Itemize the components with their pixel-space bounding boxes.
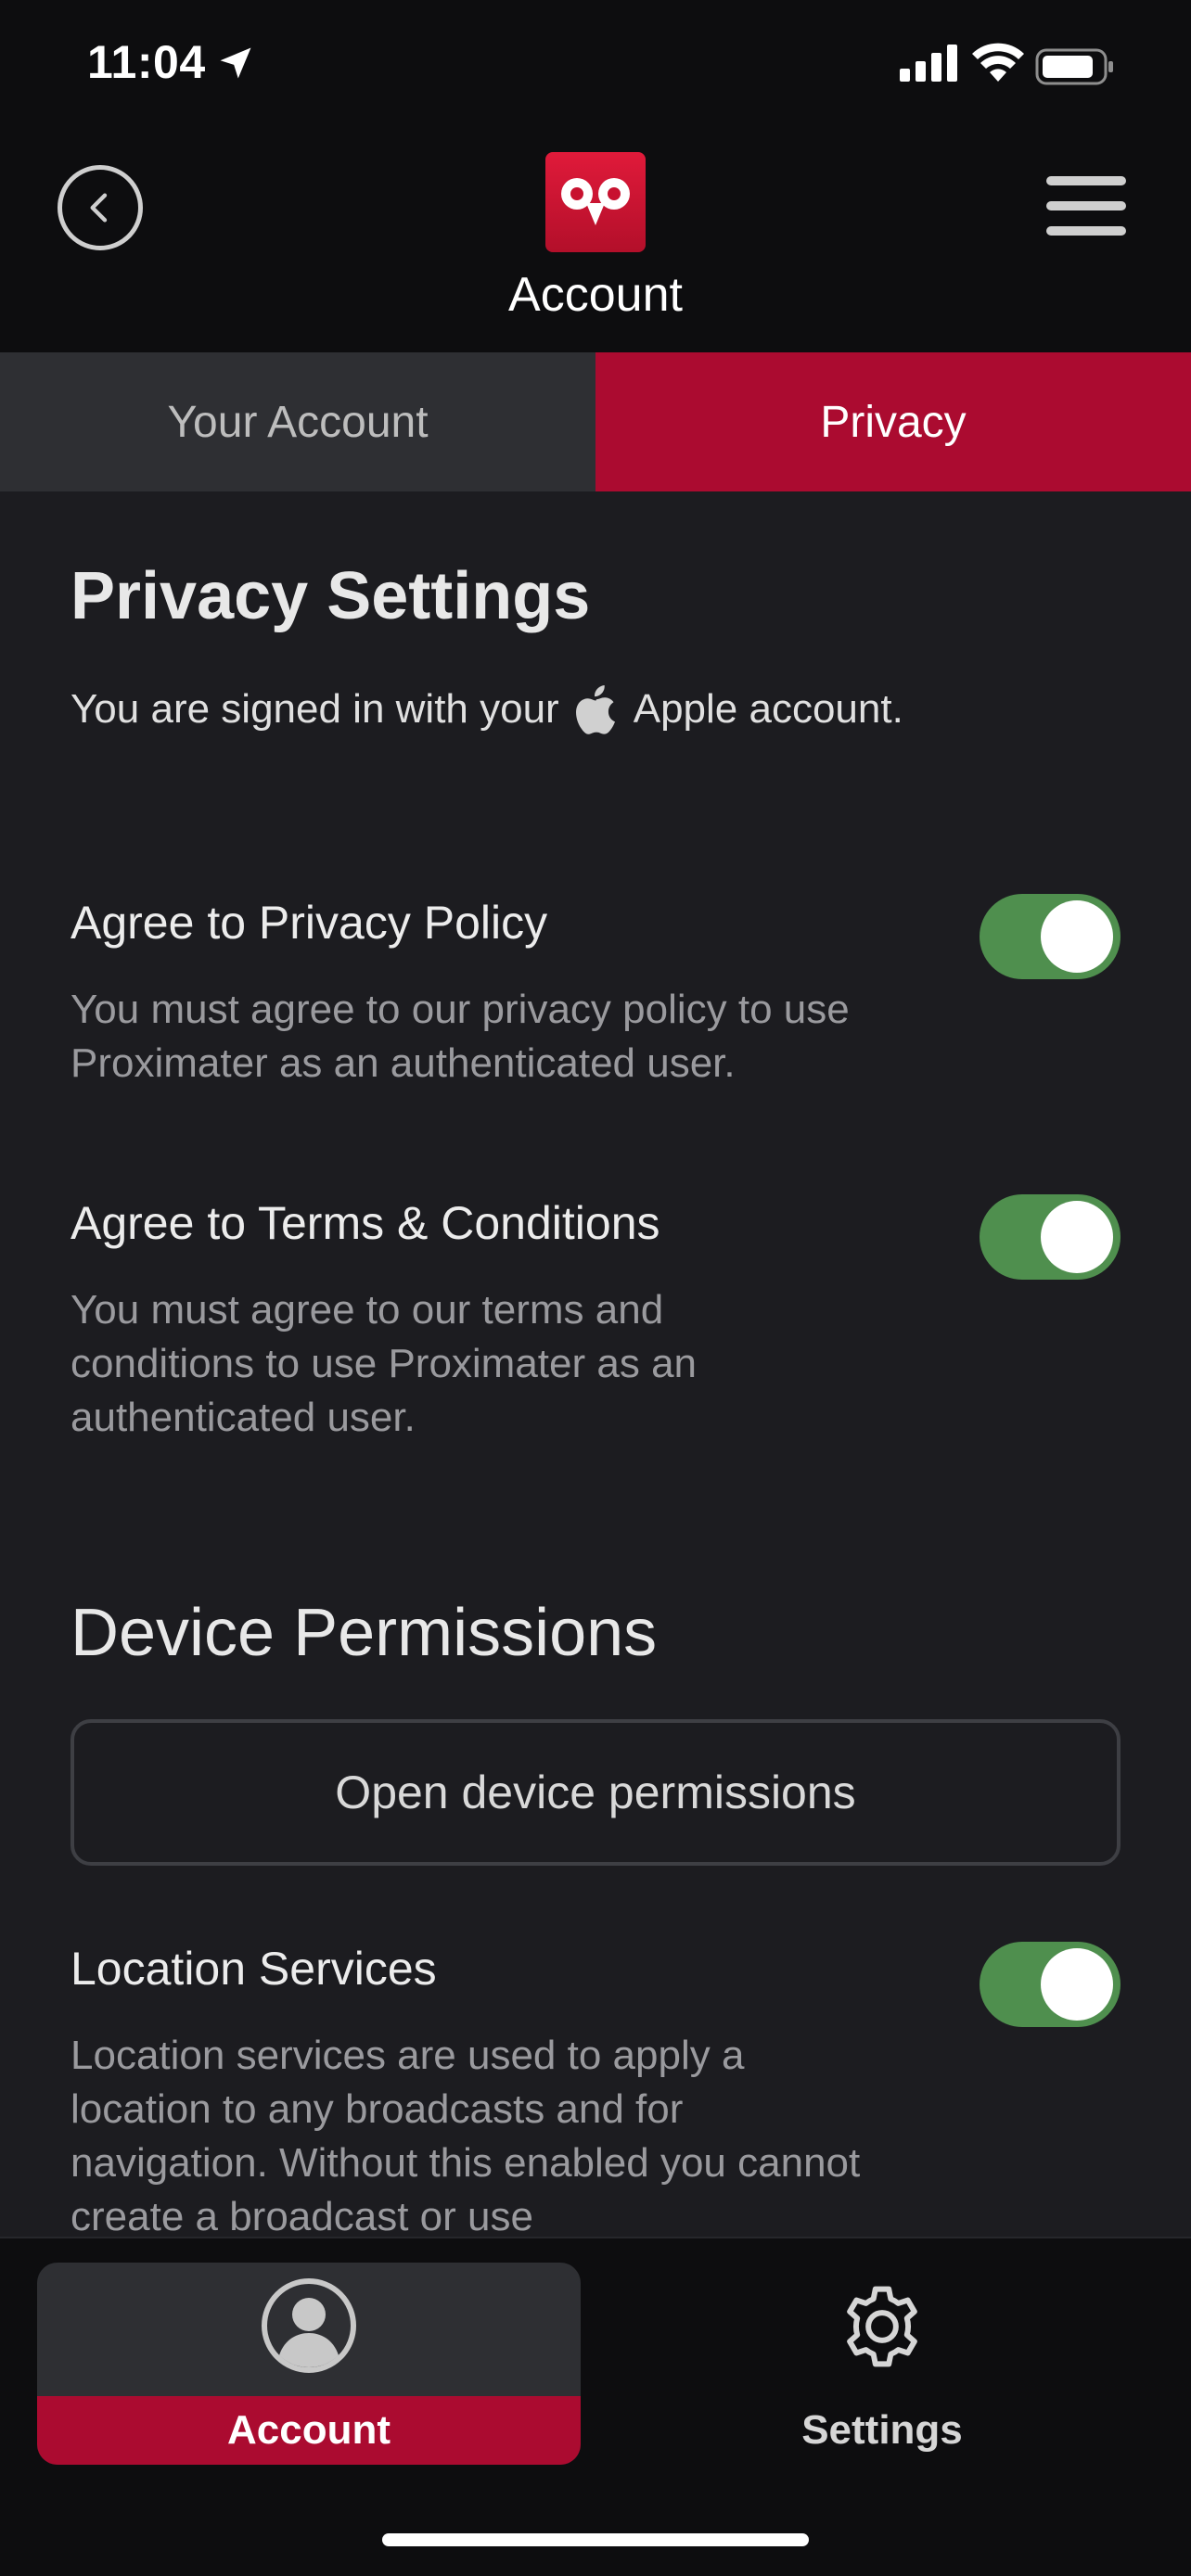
location-services-toggle[interactable]: [980, 1942, 1121, 2027]
back-button[interactable]: [58, 165, 143, 250]
hamburger-menu-button[interactable]: [1046, 176, 1130, 236]
nav-item-settings[interactable]: Settings: [610, 2263, 1154, 2465]
apple-logo-icon: [574, 684, 619, 734]
terms-conditions-toggle[interactable]: [980, 1194, 1121, 1280]
wifi-icon: [972, 43, 1024, 82]
location-services-description: Location services are used to apply a lo…: [70, 2033, 861, 2237]
page-title: Account: [508, 268, 683, 322]
privacy-policy-description: You must agree to our privacy policy to …: [70, 987, 850, 1086]
proximater-logo-icon: [561, 178, 630, 225]
gear-icon: [847, 2286, 917, 2367]
top-bar: 11:04 Account: [0, 0, 1191, 352]
toggle-knob: [1041, 1201, 1113, 1273]
tab-your-account[interactable]: Your Account: [0, 352, 596, 491]
terms-conditions-description: You must agree to our terms and conditio…: [70, 1287, 698, 1440]
app-logo: [545, 152, 646, 252]
user-avatar-icon: [262, 2278, 356, 2373]
bottom-nav: Account Settings: [0, 2237, 1191, 2576]
privacy-policy-toggle[interactable]: [980, 894, 1121, 979]
signed-in-prefix: You are signed in with your: [70, 686, 559, 732]
terms-conditions-label: Agree to Terms & Conditions: [70, 1197, 660, 1249]
location-arrow-icon: [220, 47, 251, 79]
menu-line: [1046, 226, 1126, 236]
nav-settings-label: Settings: [801, 2407, 963, 2453]
status-time: 11:04: [87, 36, 206, 88]
menu-line: [1046, 176, 1126, 185]
tab-privacy[interactable]: Privacy: [596, 352, 1191, 491]
battery-icon: [1035, 48, 1113, 85]
privacy-policy-label: Agree to Privacy Policy: [70, 897, 548, 949]
nav-account-label: Account: [37, 2396, 581, 2465]
chevron-left-icon: [90, 193, 108, 223]
signed-in-text: You are signed in with your Apple accoun…: [70, 684, 903, 734]
signed-in-suffix: Apple account.: [633, 686, 903, 732]
toggle-knob: [1041, 1948, 1113, 2021]
nav-item-account[interactable]: Account: [37, 2263, 581, 2465]
home-indicator[interactable]: [382, 2533, 809, 2546]
menu-line: [1046, 201, 1126, 210]
open-device-permissions-button[interactable]: Open device permissions: [70, 1719, 1121, 1866]
privacy-settings-title: Privacy Settings: [70, 559, 591, 633]
location-services-label: Location Services: [70, 1943, 437, 1995]
cellular-signal-icon: [900, 45, 957, 82]
device-permissions-title: Device Permissions: [70, 1596, 658, 1670]
toggle-knob: [1041, 900, 1113, 973]
